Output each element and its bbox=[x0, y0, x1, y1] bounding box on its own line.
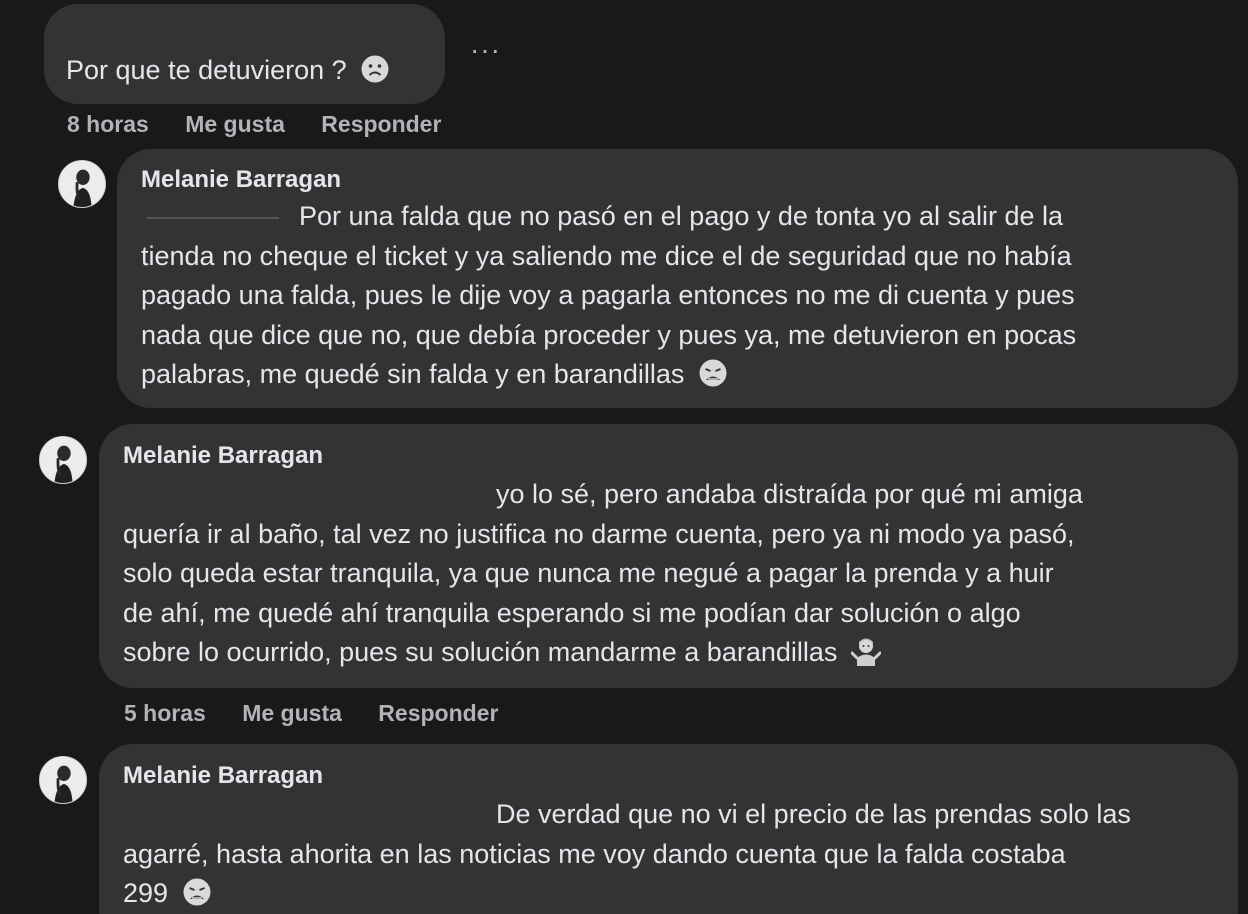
timestamp: 8 horas bbox=[67, 111, 149, 137]
avatar[interactable] bbox=[39, 436, 87, 484]
comment-text: yo lo sé, pero andaba distraída por qué … bbox=[123, 479, 1083, 668]
comment-actions: 8 horas Me gusta Responder bbox=[67, 110, 471, 138]
like-button[interactable]: Me gusta bbox=[242, 699, 342, 727]
weary-face-icon bbox=[699, 359, 727, 387]
reply-bubble: Melanie Barragan yo lo sé, pero andaba d… bbox=[99, 424, 1238, 688]
more-options-button[interactable]: ··· bbox=[470, 36, 501, 64]
avatar[interactable] bbox=[58, 160, 106, 208]
frowning-face-icon bbox=[361, 55, 389, 83]
redacted-mention bbox=[147, 216, 279, 219]
timestamp: 5 horas bbox=[124, 700, 206, 726]
reply-bubble: Melanie Barragan De verdad que no vi el … bbox=[99, 744, 1238, 914]
author-name[interactable]: Melanie Barragan bbox=[123, 761, 323, 791]
redacted-mention bbox=[123, 815, 463, 817]
reply-button[interactable]: Responder bbox=[321, 110, 441, 138]
avatar[interactable] bbox=[39, 756, 87, 804]
comment-text-body: Por que te detuvieron ? bbox=[66, 55, 347, 85]
comment-text: Por que te detuvieron ? bbox=[66, 51, 390, 91]
redacted-mention bbox=[123, 495, 463, 497]
reply-button[interactable]: Responder bbox=[378, 699, 498, 727]
comment-text: De verdad que no vi el precio de las pre… bbox=[123, 799, 1131, 909]
weary-face-icon bbox=[183, 878, 211, 906]
comment-bubble: Por que te detuvieron ? bbox=[44, 4, 445, 104]
reply-bubble: Melanie Barragan Por una falda que no pa… bbox=[117, 149, 1238, 408]
author-name[interactable]: Melanie Barragan bbox=[123, 441, 323, 471]
author-name[interactable]: Melanie Barragan bbox=[141, 165, 341, 195]
person-shrugging-icon bbox=[850, 638, 881, 667]
comments-thread: Por que te detuvieron ? ··· 8 horas Me g… bbox=[0, 0, 1248, 914]
like-button[interactable]: Me gusta bbox=[185, 110, 285, 138]
comment-actions: 5 horas Me gusta Responder bbox=[124, 699, 528, 727]
comment-text: Por una falda que no pasó en el pago y d… bbox=[141, 201, 1077, 390]
